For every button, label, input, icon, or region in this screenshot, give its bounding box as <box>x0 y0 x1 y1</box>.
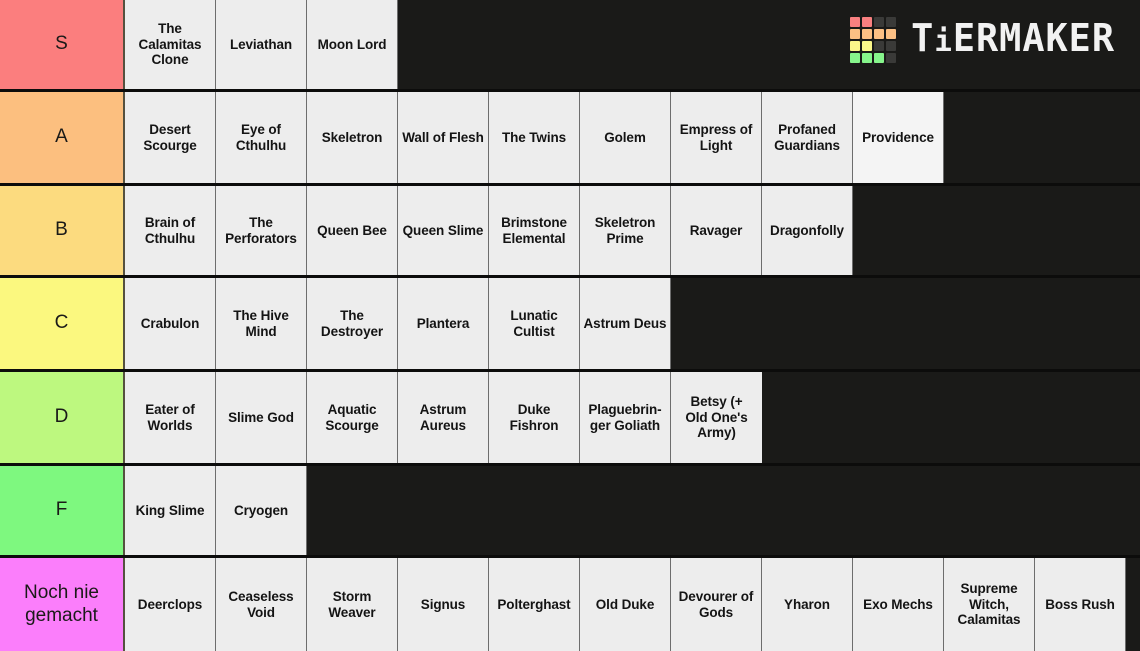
tier-item-container[interactable]: Eater of Worlds Slime God Aquatic Scourge A… <box>125 372 1140 463</box>
tier-item-container[interactable]: Deerclops Ceaseless Void Storm Weaver Signu… <box>125 558 1140 651</box>
tier-item[interactable]: Skeletron <box>307 92 398 183</box>
tier-drop-zone[interactable] <box>944 92 1140 183</box>
tier-item[interactable]: Yharon <box>762 558 853 651</box>
tier-label-f[interactable]: F <box>0 466 125 555</box>
tier-drop-zone[interactable] <box>398 0 1140 89</box>
tier-item[interactable]: Plaguebrin-ger Goliath <box>580 372 671 463</box>
tier-item[interactable]: Queen Bee <box>307 186 398 275</box>
tier-item[interactable]: Desert Scourge <box>125 92 216 183</box>
tier-item[interactable]: Skeletron Prime <box>580 186 671 275</box>
tier-item[interactable]: Astrum Deus <box>580 278 671 369</box>
tier-item[interactable]: Supreme Witch, Calamitas <box>944 558 1035 651</box>
tier-item[interactable]: Deerclops <box>125 558 216 651</box>
tier-row: S The Calamitas Clone Leviathan Moon Lord <box>0 0 1140 92</box>
tier-item-container[interactable]: King Slime Cryogen <box>125 466 1140 555</box>
tier-drop-zone[interactable] <box>1126 558 1140 651</box>
tier-item[interactable]: The Hive Mind <box>216 278 307 369</box>
tier-item[interactable]: Eye of Cthulhu <box>216 92 307 183</box>
tier-item-container[interactable]: The Calamitas Clone Leviathan Moon Lord <box>125 0 1140 89</box>
tier-drop-zone[interactable] <box>671 278 1140 369</box>
tier-item[interactable]: The Twins <box>489 92 580 183</box>
tier-item[interactable]: The Perforators <box>216 186 307 275</box>
tier-item[interactable]: The Calamitas Clone <box>125 0 216 89</box>
tier-label-s[interactable]: S <box>0 0 125 89</box>
tier-item[interactable]: Ceaseless Void <box>216 558 307 651</box>
tier-item[interactable]: Empress of Light <box>671 92 762 183</box>
tier-item[interactable]: Astrum Aureus <box>398 372 489 463</box>
tier-item-container[interactable]: Brain of Cthulhu The Perforators Queen Bee… <box>125 186 1140 275</box>
tier-item[interactable]: Leviathan <box>216 0 307 89</box>
tier-item[interactable]: Profaned Guardians <box>762 92 853 183</box>
tier-item[interactable]: Lunatic Cultist <box>489 278 580 369</box>
tier-label-c[interactable]: C <box>0 278 125 369</box>
tier-row: Noch nie gemacht Deerclops Ceaseless Void S… <box>0 558 1140 651</box>
tier-item[interactable]: Storm Weaver <box>307 558 398 651</box>
tier-drop-zone[interactable] <box>762 372 1140 463</box>
tier-item-container[interactable]: Crabulon The Hive Mind The Destroyer Plante… <box>125 278 1140 369</box>
tier-item[interactable]: Signus <box>398 558 489 651</box>
tier-label-b[interactable]: B <box>0 186 125 275</box>
tier-rows: S The Calamitas Clone Leviathan Moon Lord A D… <box>0 0 1140 651</box>
tier-item[interactable]: Boss Rush <box>1035 558 1126 651</box>
tier-row: B Brain of Cthulhu The Perforators Queen Be… <box>0 186 1140 278</box>
tier-item[interactable]: Brain of Cthulhu <box>125 186 216 275</box>
tier-item[interactable]: Slime God <box>216 372 307 463</box>
tier-row: F King Slime Cryogen <box>0 466 1140 558</box>
tier-item[interactable]: Duke Fishron <box>489 372 580 463</box>
tier-label-d[interactable]: D <box>0 372 125 463</box>
tier-item[interactable]: Plantera <box>398 278 489 369</box>
tier-item[interactable]: Eater of Worlds <box>125 372 216 463</box>
tier-item[interactable]: King Slime <box>125 466 216 555</box>
tier-item[interactable]: The Destroyer <box>307 278 398 369</box>
tier-item[interactable]: Golem <box>580 92 671 183</box>
tier-drop-zone[interactable] <box>853 186 1140 275</box>
tier-item[interactable]: Ravager <box>671 186 762 275</box>
tier-item[interactable]: Moon Lord <box>307 0 398 89</box>
tier-item[interactable]: Exo Mechs <box>853 558 944 651</box>
tier-row: D Eater of Worlds Slime God Aquatic Scourge… <box>0 372 1140 466</box>
tier-item[interactable]: Wall of Flesh <box>398 92 489 183</box>
tier-item[interactable]: Queen Slime <box>398 186 489 275</box>
tier-item[interactable]: Crabulon <box>125 278 216 369</box>
tier-row: A Desert Scourge Eye of Cthulhu Skeletron Wa… <box>0 92 1140 186</box>
tier-label-noch-nie-gemacht[interactable]: Noch nie gemacht <box>0 558 125 651</box>
tier-item[interactable]: Providence <box>853 92 944 183</box>
tier-item[interactable]: Brimstone Elemental <box>489 186 580 275</box>
tier-label-a[interactable]: A <box>0 92 125 183</box>
tier-drop-zone[interactable] <box>307 466 1140 555</box>
tier-item[interactable]: Aquatic Scourge <box>307 372 398 463</box>
tierlist-app: TiERMAKER S The Calamitas Clone Leviathan M… <box>0 0 1140 651</box>
tier-item[interactable]: Old Duke <box>580 558 671 651</box>
tier-item[interactable]: Betsy (+ Old One's Army) <box>671 372 762 463</box>
tier-item[interactable]: Cryogen <box>216 466 307 555</box>
tier-item[interactable]: Polterghast <box>489 558 580 651</box>
tier-item[interactable]: Devourer of Gods <box>671 558 762 651</box>
tier-row: C Crabulon The Hive Mind The Destroyer Plant… <box>0 278 1140 372</box>
tier-item-container[interactable]: Desert Scourge Eye of Cthulhu Skeletron Wal… <box>125 92 1140 183</box>
tier-item[interactable]: Dragonfolly <box>762 186 853 275</box>
